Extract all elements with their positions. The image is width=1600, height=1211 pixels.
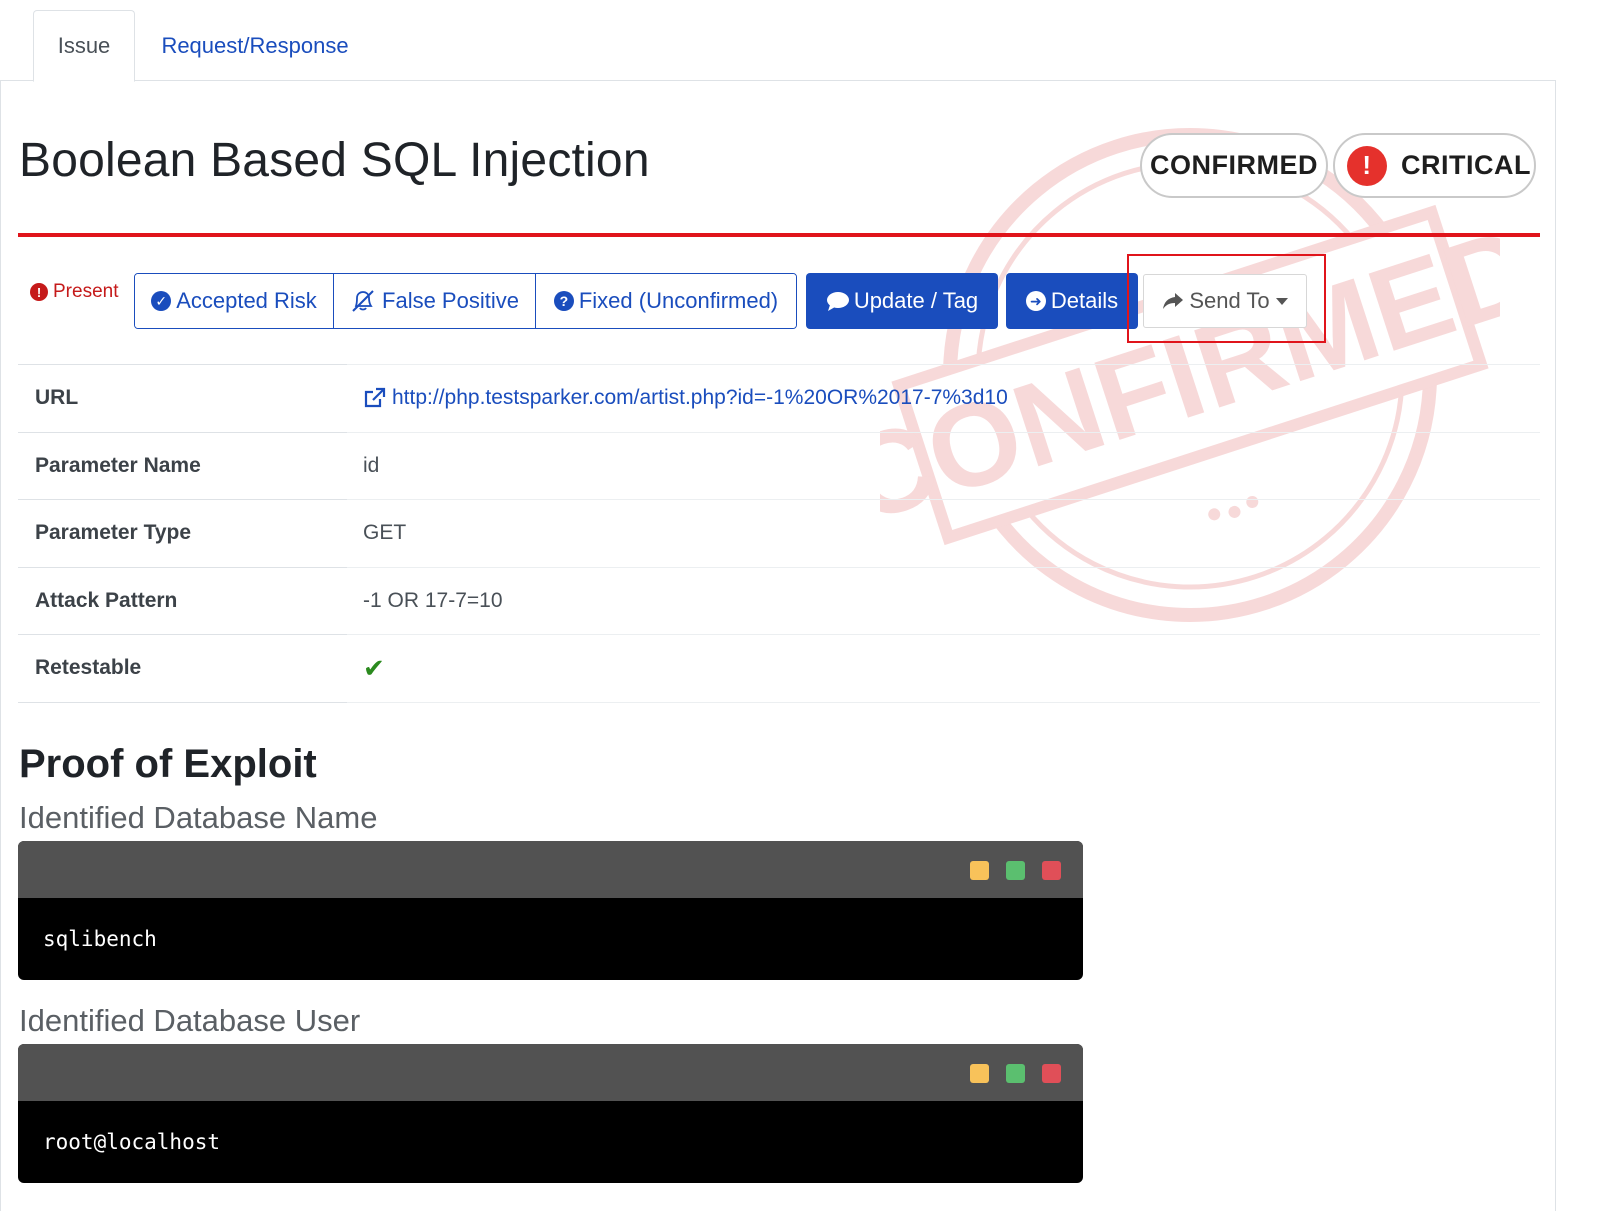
maximize-icon [1006,861,1025,880]
false-positive-button[interactable]: False Positive [334,274,536,328]
checkmark-icon: ✔ [363,652,385,683]
external-link-icon [364,388,386,408]
exclamation-circle-icon: ! [30,283,48,301]
row-label: URL [18,364,347,432]
fixed-unconfirmed-label: Fixed (Unconfirmed) [578,288,779,313]
state-badge-label: CONFIRMED [1150,150,1318,180]
details-label: Details [1050,288,1119,313]
details-button[interactable]: ➜ Details [1006,273,1138,329]
terminal-titlebar [18,1044,1083,1101]
table-bottom-border [18,701,347,703]
row-label: Parameter Name [18,431,347,500]
status-label: Present [53,281,119,302]
section-heading: Identified Database User [19,1003,361,1038]
send-to-highlight-box [1127,254,1326,343]
false-positive-label: False Positive [382,288,519,313]
section-heading: Identified Database Name [19,800,378,835]
url-text: http://php.testsparker.com/artist.php?id… [392,386,1008,410]
severity-badge: ! CRITICAL [1333,133,1536,198]
table-row: URL http://php.testsparker.com/artist.ph… [18,364,1540,432]
minimize-icon [970,1064,989,1083]
row-value: http://php.testsparker.com/artist.php?id… [347,364,1540,432]
terminal-output: sqlibench [43,927,157,951]
terminal-window: sqlibench [18,841,1083,980]
table-row: Parameter Type GET [18,499,1540,567]
check-circle-icon: ✓ [151,291,172,311]
status-button-group: ✓ Accepted Risk False Positive ? Fixed (… [134,273,797,329]
severity-badge-label: CRITICAL [1401,150,1531,180]
accepted-risk-label: Accepted Risk [176,288,317,313]
bell-slash-icon [352,290,374,312]
close-icon [1042,1064,1061,1083]
row-label: Parameter Type [18,499,347,567]
arrow-circle-right-icon: ➜ [1025,291,1046,311]
row-value: ✔ [347,634,1540,702]
tab-bar: Issue Request/Response [0,0,1556,82]
vulnerable-url-link[interactable]: http://php.testsparker.com/artist.php?id… [363,386,1008,410]
question-circle-icon: ? [553,291,574,311]
terminal-window: root@localhost [18,1044,1083,1183]
tab-request-response[interactable]: Request/Response [150,10,360,81]
status-present: ! Present [30,281,118,303]
comment-icon [826,292,849,311]
update-tag-label: Update / Tag [853,288,979,313]
vulnerability-details-table: URL http://php.testsparker.com/artist.ph… [18,364,1540,703]
close-icon [1042,861,1061,880]
fixed-unconfirmed-button[interactable]: ? Fixed (Unconfirmed) [536,274,796,328]
table-row: Parameter Name id [18,431,1540,500]
state-badge: CONFIRMED [1140,133,1328,198]
row-label: Attack Pattern [18,566,347,635]
proof-of-exploit-heading: Proof of Exploit [19,742,317,786]
terminal-titlebar [18,841,1083,898]
row-value: GET [347,499,1540,567]
minimize-icon [970,861,989,880]
update-tag-button[interactable]: Update / Tag [806,273,998,329]
table-row: Attack Pattern -1 OR 17-7=10 [18,566,1540,635]
table-bottom-border [347,701,1540,703]
page-title: Boolean Based SQL Injection [19,134,650,187]
maximize-icon [1006,1064,1025,1083]
severity-divider [18,233,1540,237]
exclamation-icon: ! [1347,145,1387,186]
tab-issue[interactable]: Issue [33,10,135,82]
terminal-output: root@localhost [43,1130,221,1154]
accepted-risk-button[interactable]: ✓ Accepted Risk [135,274,334,328]
row-label: Retestable [18,634,347,702]
row-value: id [347,431,1540,500]
row-value: -1 OR 17-7=10 [347,566,1540,635]
table-row: Retestable ✔ [18,634,1540,702]
